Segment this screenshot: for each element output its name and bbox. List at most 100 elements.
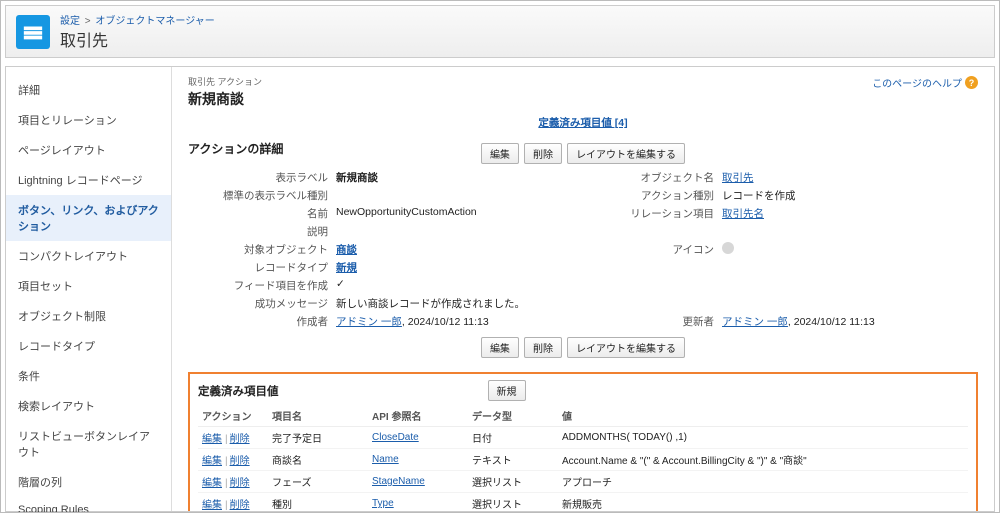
lbl-success-msg: 成功メッセージ bbox=[188, 296, 328, 311]
sidebar-item-listviewbtn[interactable]: リストビューボタンレイアウト bbox=[6, 421, 171, 467]
sidebar-item-fields[interactable]: 項目とリレーション bbox=[6, 105, 171, 135]
val-relation-field[interactable]: 取引先名 bbox=[722, 208, 764, 220]
breadcrumb-setup[interactable]: 設定 bbox=[60, 16, 80, 27]
th-action: アクション bbox=[198, 405, 268, 427]
object-icon bbox=[16, 15, 50, 49]
row-edit-link[interactable]: 編集 bbox=[202, 478, 222, 489]
row-value: ADDMONTHS( TODAY() ,1) bbox=[558, 427, 968, 449]
sidebar-item-searchlayout[interactable]: 検索レイアウト bbox=[6, 391, 171, 421]
row-field: フェーズ bbox=[268, 471, 368, 493]
lbl-display-label: 表示ラベル bbox=[188, 170, 328, 185]
val-updated-time: , 2024/10/12 11:13 bbox=[788, 316, 875, 328]
val-target-object[interactable]: 商談 bbox=[336, 244, 357, 256]
defined-values-section: 定義済み項目値 新規 アクション 項目名 API 参照名 データ型 値 編集|削… bbox=[188, 372, 978, 511]
page-header: 設定 > オブジェクトマネージャー 取引先 bbox=[5, 5, 995, 58]
th-api: API 参照名 bbox=[368, 405, 468, 427]
sidebar-item-fieldset[interactable]: 項目セット bbox=[6, 271, 171, 301]
sidebar-item-lightning[interactable]: Lightning レコードページ bbox=[6, 165, 171, 195]
row-api-link[interactable]: CloseDate bbox=[372, 432, 419, 443]
lbl-target-object: 対象オブジェクト bbox=[188, 242, 328, 257]
lbl-feed-item: フィード項目を作成 bbox=[188, 278, 328, 293]
edit-layout-button[interactable]: レイアウトを編集する bbox=[567, 143, 685, 164]
val-updated-user[interactable]: アドミン 一郎 bbox=[722, 316, 788, 328]
row-edit-link[interactable]: 編集 bbox=[202, 434, 222, 445]
sidebar-item-hierarchy[interactable]: 階層の列 bbox=[6, 467, 171, 497]
delete-button[interactable]: 削除 bbox=[524, 143, 562, 164]
val-success-msg: 新しい商談レコードが作成されました。 bbox=[336, 296, 978, 311]
val-display-label: 新規商談 bbox=[336, 170, 566, 185]
row-api-link[interactable]: Name bbox=[372, 454, 399, 465]
row-edit-link[interactable]: 編集 bbox=[202, 456, 222, 467]
sidebar-item-buttons-links-actions[interactable]: ボタン、リンク、およびアクション bbox=[6, 195, 171, 241]
content-frame: 詳細 項目とリレーション ページレイアウト Lightning レコードページ … bbox=[5, 66, 995, 512]
lbl-object-name: オブジェクト名 bbox=[574, 170, 714, 185]
th-field: 項目名 bbox=[268, 405, 368, 427]
sidebar: 詳細 項目とリレーション ページレイアウト Lightning レコードページ … bbox=[6, 67, 172, 511]
row-type: 選択リスト bbox=[468, 493, 558, 512]
row-delete-link[interactable]: 削除 bbox=[230, 500, 250, 511]
row-type: 選択リスト bbox=[468, 471, 558, 493]
val-action-type: レコードを作成 bbox=[722, 188, 978, 203]
edit-button[interactable]: 編集 bbox=[481, 143, 519, 164]
sidebar-item-detail[interactable]: 詳細 bbox=[6, 75, 171, 105]
row-delete-link[interactable]: 削除 bbox=[230, 456, 250, 467]
action-breadcrumb: 取引先 アクション bbox=[188, 75, 978, 88]
globe-icon bbox=[722, 242, 734, 254]
app-frame: 設定 > オブジェクトマネージャー 取引先 詳細 項目とリレーション ページレイ… bbox=[0, 0, 1000, 513]
row-value: 新規販売 bbox=[558, 493, 968, 512]
new-button[interactable]: 新規 bbox=[488, 380, 526, 401]
th-value: 値 bbox=[558, 405, 968, 427]
edit-button-2[interactable]: 編集 bbox=[481, 337, 519, 358]
action-title: 新規商談 bbox=[188, 89, 978, 109]
lbl-description: 説明 bbox=[188, 224, 328, 239]
detail-grid: 表示ラベル 新規商談 オブジェクト名 取引先 標準の表示ラベル種別 アクション種… bbox=[188, 170, 978, 329]
help-icon: ? bbox=[965, 76, 978, 89]
row-field: 種別 bbox=[268, 493, 368, 512]
button-row-top: 編集 削除 レイアウトを編集する bbox=[188, 143, 978, 164]
row-field: 商談名 bbox=[268, 449, 368, 471]
breadcrumb-objmgr[interactable]: オブジェクトマネージャー bbox=[95, 16, 214, 27]
table-row: 編集|削除完了予定日CloseDate日付ADDMONTHS( TODAY() … bbox=[198, 427, 968, 449]
sidebar-item-recordtype[interactable]: レコードタイプ bbox=[6, 331, 171, 361]
row-type: テキスト bbox=[468, 449, 558, 471]
val-record-type[interactable]: 新規 bbox=[336, 262, 357, 274]
row-delete-link[interactable]: 削除 bbox=[230, 478, 250, 489]
row-api-link[interactable]: StageName bbox=[372, 476, 425, 487]
defined-values-table: アクション 項目名 API 参照名 データ型 値 編集|削除完了予定日Close… bbox=[198, 405, 968, 511]
sidebar-item-conditions[interactable]: 条件 bbox=[6, 361, 171, 391]
val-std-label-type bbox=[336, 188, 566, 203]
lbl-record-type: レコードタイプ bbox=[188, 260, 328, 275]
val-name: NewOpportunityCustomAction bbox=[336, 206, 566, 221]
lbl-name: 名前 bbox=[188, 206, 328, 221]
button-row-bottom: 編集 削除 レイアウトを編集する bbox=[188, 337, 978, 358]
main-panel: このページのヘルプ? 取引先 アクション 新規商談 定義済み項目値 [4] アク… bbox=[172, 67, 994, 511]
val-object-name[interactable]: 取引先 bbox=[722, 172, 754, 184]
check-icon bbox=[336, 278, 345, 290]
lbl-action-type: アクション種別 bbox=[574, 188, 714, 203]
val-created-time: , 2024/10/12 11:13 bbox=[402, 316, 489, 328]
page-title: 取引先 bbox=[60, 27, 215, 51]
th-type: データ型 bbox=[468, 405, 558, 427]
row-field: 完了予定日 bbox=[268, 427, 368, 449]
delete-button-2[interactable]: 削除 bbox=[524, 337, 562, 358]
val-description bbox=[336, 224, 566, 239]
row-type: 日付 bbox=[468, 427, 558, 449]
row-value: アプローチ bbox=[558, 471, 968, 493]
table-row: 編集|削除種別Type選択リスト新規販売 bbox=[198, 493, 968, 512]
val-created-user[interactable]: アドミン 一郎 bbox=[336, 316, 402, 328]
lbl-relation-field: リレーション項目 bbox=[574, 206, 714, 221]
edit-layout-button-2[interactable]: レイアウトを編集する bbox=[567, 337, 685, 358]
sidebar-item-pagelayouts[interactable]: ページレイアウト bbox=[6, 135, 171, 165]
help-link[interactable]: このページのヘルプ? bbox=[872, 75, 978, 90]
lbl-created-by: 作成者 bbox=[188, 314, 328, 329]
sidebar-item-compact[interactable]: コンパクトレイアウト bbox=[6, 241, 171, 271]
defined-values-anchor[interactable]: 定義済み項目値 [4] bbox=[538, 117, 627, 129]
sidebar-item-scoping[interactable]: Scoping Rules bbox=[6, 497, 171, 513]
row-edit-link[interactable]: 編集 bbox=[202, 500, 222, 511]
row-delete-link[interactable]: 削除 bbox=[230, 434, 250, 445]
lbl-icon: アイコン bbox=[574, 242, 714, 257]
sidebar-item-limits[interactable]: オブジェクト制限 bbox=[6, 301, 171, 331]
lbl-std-label-type: 標準の表示ラベル種別 bbox=[188, 188, 328, 203]
lbl-updated-by: 更新者 bbox=[574, 314, 714, 329]
row-api-link[interactable]: Type bbox=[372, 498, 394, 509]
